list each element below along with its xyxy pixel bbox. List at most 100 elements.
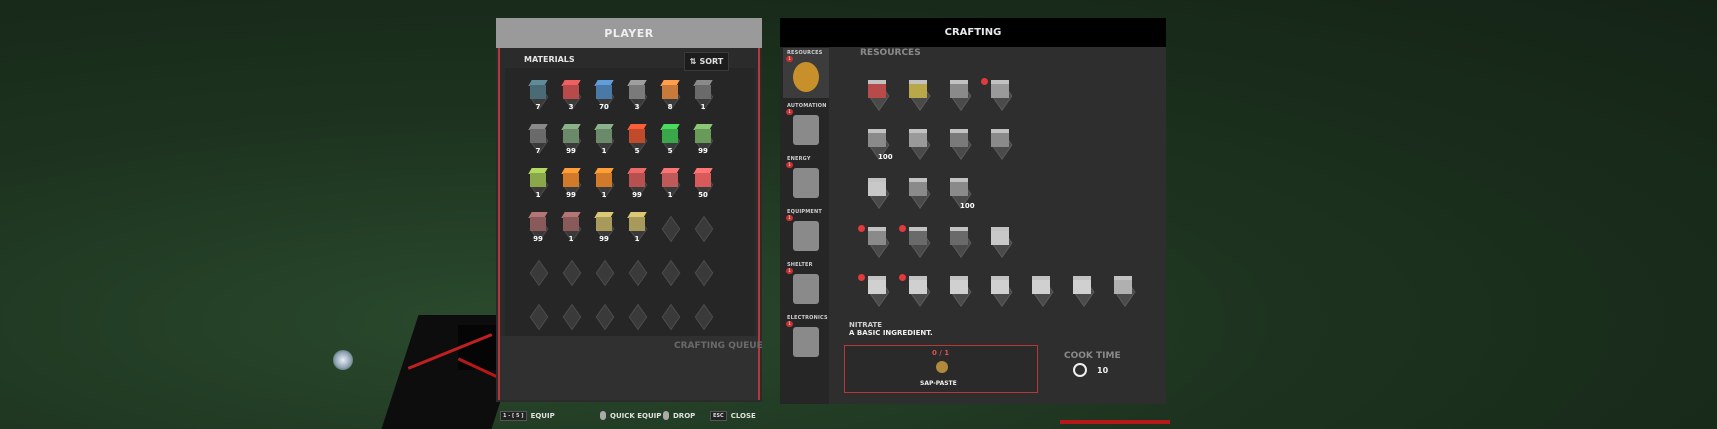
inventory-slot[interactable]: 99 xyxy=(589,212,619,244)
inventory-slot-empty[interactable] xyxy=(655,300,685,332)
inventory-slot[interactable]: 1 xyxy=(556,212,586,244)
item-icon xyxy=(660,168,680,188)
inventory-slot[interactable]: 99 xyxy=(556,168,586,200)
category-tab-equipment[interactable]: EQUIPMENT 1 xyxy=(783,207,829,257)
new-indicator xyxy=(899,274,906,281)
inventory-slot[interactable]: 3 xyxy=(622,80,652,112)
inventory-slot-empty[interactable] xyxy=(655,256,685,288)
sort-button[interactable]: ⇅ SORT xyxy=(684,52,729,71)
recipe-item[interactable] xyxy=(981,127,1019,161)
recipe-icon xyxy=(950,227,968,245)
new-indicator xyxy=(858,274,865,281)
inventory-slot-empty[interactable] xyxy=(523,256,553,288)
slot-base xyxy=(690,224,716,237)
recipe-item[interactable] xyxy=(899,225,937,259)
category-tab-energy[interactable]: ENERGY 1 xyxy=(783,154,829,204)
recipe-item[interactable] xyxy=(1063,274,1101,308)
category-tab-shelter[interactable]: SHELTER 1 xyxy=(783,260,829,310)
item-count: 1 xyxy=(667,191,673,199)
inventory-slot[interactable]: 99 xyxy=(523,212,553,244)
item-icon xyxy=(528,124,548,144)
inventory-slot[interactable]: 1 xyxy=(655,168,685,200)
inventory-slot[interactable]: 1 xyxy=(589,168,619,200)
recipe-item[interactable] xyxy=(981,78,1019,112)
inventory-slot-empty[interactable] xyxy=(688,300,718,332)
category-icon xyxy=(793,274,819,304)
recipe-item[interactable] xyxy=(899,176,937,210)
notification-badge: 1 xyxy=(786,56,793,62)
inventory-slot[interactable]: 50 xyxy=(688,168,718,200)
recipe-icon xyxy=(868,227,886,245)
recipe-item[interactable] xyxy=(981,274,1019,308)
recipe-item[interactable] xyxy=(1022,274,1060,308)
recipe-item[interactable] xyxy=(940,274,978,308)
inventory-slot[interactable]: 8 xyxy=(655,80,685,112)
inventory-slot[interactable]: 5 xyxy=(655,124,685,156)
inventory-slot-empty[interactable] xyxy=(688,212,718,244)
sap-paste-icon xyxy=(936,361,948,373)
inventory-slot[interactable]: 99 xyxy=(688,124,718,156)
inventory-slot-empty[interactable] xyxy=(556,300,586,332)
item-count: 99 xyxy=(533,235,543,243)
inventory-slot-empty[interactable] xyxy=(622,256,652,288)
inventory-slot[interactable]: 7 xyxy=(523,80,553,112)
mouse-icon xyxy=(663,411,669,420)
recipe-item[interactable] xyxy=(899,274,937,308)
slot-base xyxy=(591,312,617,325)
slot-base xyxy=(690,268,716,281)
recipe-item[interactable]: 100 xyxy=(940,176,978,210)
recipe-item[interactable] xyxy=(858,176,896,210)
recipe-item[interactable] xyxy=(940,127,978,161)
recipe-item[interactable] xyxy=(1104,274,1142,308)
recipe-item[interactable] xyxy=(981,225,1019,259)
item-count: 7 xyxy=(535,103,541,111)
inventory-slot[interactable]: 99 xyxy=(622,168,652,200)
equip-key: 1 - [ 5 ] xyxy=(500,411,527,421)
item-count: 99 xyxy=(599,235,609,243)
recipe-item[interactable] xyxy=(858,274,896,308)
item-count: 1 xyxy=(568,235,574,243)
inventory-slot[interactable]: 1 xyxy=(589,124,619,156)
player-panel-title: PLAYER xyxy=(496,18,762,48)
recipe-item[interactable] xyxy=(858,225,896,259)
category-tab-automation[interactable]: AUTOMATION 1 xyxy=(783,101,829,151)
inventory-slot[interactable]: 70 xyxy=(589,80,619,112)
item-count: 1 xyxy=(634,235,640,243)
inventory-slot-empty[interactable] xyxy=(589,300,619,332)
inventory-slot[interactable]: 1 xyxy=(688,80,718,112)
item-count: 3 xyxy=(568,103,574,111)
category-tab-electronics[interactable]: ELECTRONICS 1 xyxy=(783,313,829,363)
recipe-item[interactable]: 100 xyxy=(858,127,896,161)
recipe-item[interactable] xyxy=(940,225,978,259)
inventory-slot[interactable]: 3 xyxy=(556,80,586,112)
category-tab-resources[interactable]: RESOURCES 1 xyxy=(783,48,829,98)
item-icon xyxy=(561,212,581,232)
inventory-slot[interactable]: 1 xyxy=(523,168,553,200)
item-count: 1 xyxy=(601,191,607,199)
ingredient-name: SAP-PASTE xyxy=(920,380,957,387)
inventory-slot-empty[interactable] xyxy=(622,300,652,332)
slot-base xyxy=(657,268,683,281)
item-icon xyxy=(660,80,680,100)
inventory-slot-empty[interactable] xyxy=(523,300,553,332)
recipe-item[interactable] xyxy=(940,78,978,112)
slot-base xyxy=(624,268,650,281)
recipe-item[interactable] xyxy=(899,78,937,112)
recipe-icon xyxy=(950,276,968,294)
inventory-slot[interactable]: 7 xyxy=(523,124,553,156)
inventory-slot-empty[interactable] xyxy=(688,256,718,288)
recipe-icon xyxy=(950,129,968,147)
inventory-slot[interactable]: 99 xyxy=(556,124,586,156)
inventory-slot-empty[interactable] xyxy=(655,212,685,244)
inventory-slot-empty[interactable] xyxy=(556,256,586,288)
recipe-item[interactable] xyxy=(858,78,896,112)
recipe-item[interactable] xyxy=(899,127,937,161)
category-icon xyxy=(793,327,819,357)
item-count: 5 xyxy=(667,147,673,155)
inventory-slot[interactable]: 5 xyxy=(622,124,652,156)
inventory-slot[interactable]: 1 xyxy=(622,212,652,244)
sort-icon: ⇅ xyxy=(689,57,697,66)
item-icon xyxy=(561,80,581,100)
recipe-icon xyxy=(950,178,968,196)
inventory-slot-empty[interactable] xyxy=(589,256,619,288)
